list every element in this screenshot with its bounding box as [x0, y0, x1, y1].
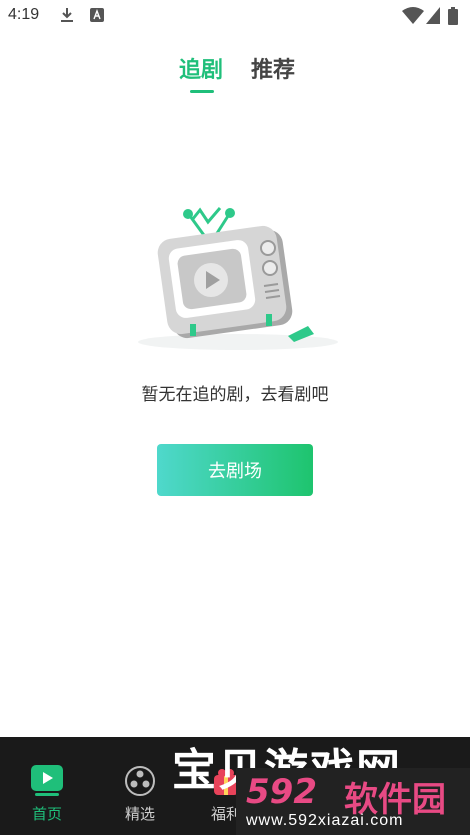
a-notification-icon	[90, 7, 104, 26]
watermark-url: www.592xiazai.com	[246, 812, 404, 829]
top-tabs: 追剧 推荐	[0, 52, 470, 98]
battery-icon	[448, 7, 458, 29]
tv-icon	[128, 196, 348, 356]
nav-label-home: 首页	[31, 805, 62, 823]
nav-item-featured[interactable]: 精选	[100, 737, 180, 835]
empty-state-message: 暂无在追的剧，去看剧吧	[141, 385, 329, 405]
watermark-number: 592	[246, 772, 317, 812]
wifi-icon	[402, 7, 424, 29]
go-to-theater-button[interactable]: 去剧场	[157, 444, 313, 496]
home-play-icon	[31, 765, 63, 797]
tab-following[interactable]: 追剧	[179, 52, 223, 84]
watermark-logo: 592 软件园 www.592xiazai.com	[236, 768, 470, 835]
film-reel-icon	[124, 765, 156, 797]
nav-item-home[interactable]: 首页	[7, 737, 87, 835]
nav-label-featured: 精选	[124, 805, 155, 823]
status-time: 4:19	[8, 6, 40, 23]
status-bar: 4:19	[0, 0, 470, 32]
tab-recommend[interactable]: 推荐	[251, 52, 295, 84]
signal-icon	[426, 7, 440, 29]
download-icon	[60, 7, 74, 27]
active-tab-indicator	[190, 90, 214, 93]
